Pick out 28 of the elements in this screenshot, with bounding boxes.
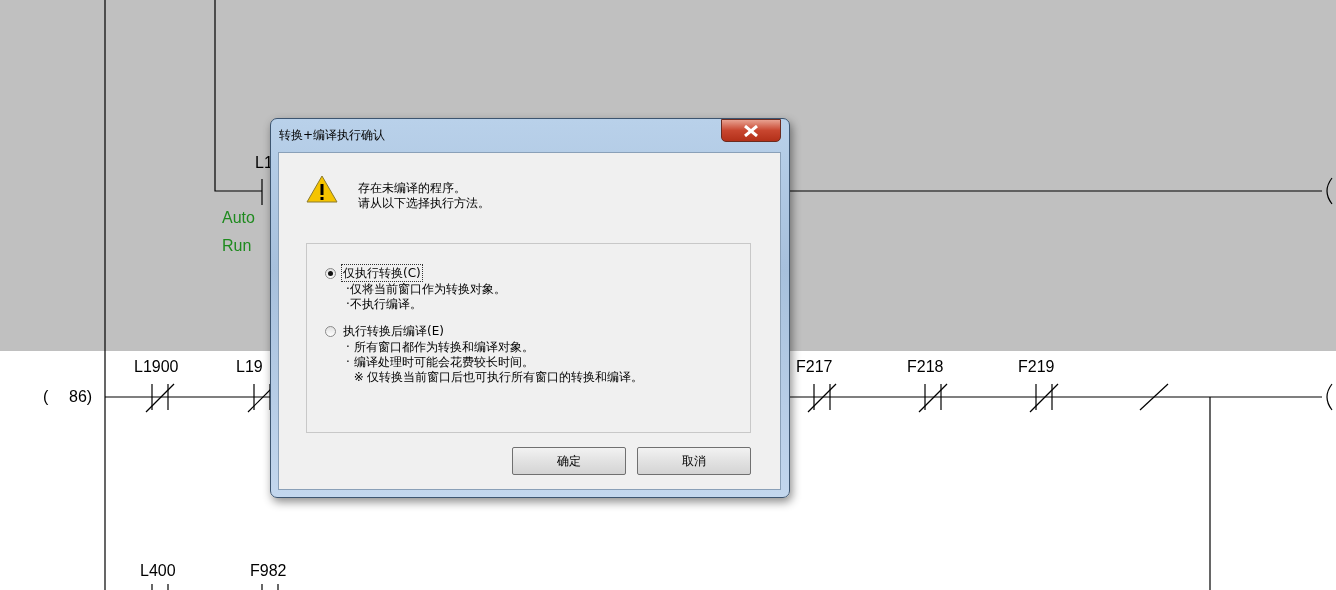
contact-label: L1900	[134, 358, 179, 376]
contact-label: F218	[907, 358, 944, 376]
option-note: ·不执行编译。	[346, 297, 423, 312]
close-icon	[743, 124, 759, 137]
warning-icon	[306, 175, 338, 204]
option-label[interactable]: 仅执行转换(C)	[341, 264, 423, 282]
step-number: 86)	[69, 388, 93, 406]
contact-label: F982	[250, 562, 287, 580]
contact-label: F217	[796, 358, 833, 376]
option-note: ·仅将当前窗口作为转换对象。	[346, 282, 507, 297]
option-note: ※ 仅转换当前窗口后也可执行所有窗口的转换和编译。	[352, 370, 645, 385]
cancel-button[interactable]: 取消	[637, 447, 751, 475]
radio-button[interactable]	[325, 325, 336, 337]
device-comment: Auto	[222, 209, 255, 227]
option-note: · 编译处理时可能会花费较长时间。	[346, 355, 535, 370]
contact-label: L400	[140, 562, 176, 580]
contact-label: L19	[236, 358, 263, 376]
option-note: · 所有窗口都作为转换和编译对象。	[346, 340, 535, 355]
ok-button[interactable]: 确定	[512, 447, 626, 475]
option-label[interactable]: 执行转换后编译(E)	[341, 322, 446, 340]
step-bracket: (	[43, 388, 49, 406]
device-comment: Run	[222, 237, 252, 255]
dialog-title: 转换+编译执行确认	[278, 127, 386, 144]
dialog-message: 存在未编译的程序。 请从以下选择执行方法。	[358, 181, 490, 211]
radio-button[interactable]	[325, 267, 336, 279]
contact-label: F219	[1018, 358, 1055, 376]
contact-label: L1	[255, 154, 273, 172]
close-button[interactable]	[721, 119, 781, 142]
